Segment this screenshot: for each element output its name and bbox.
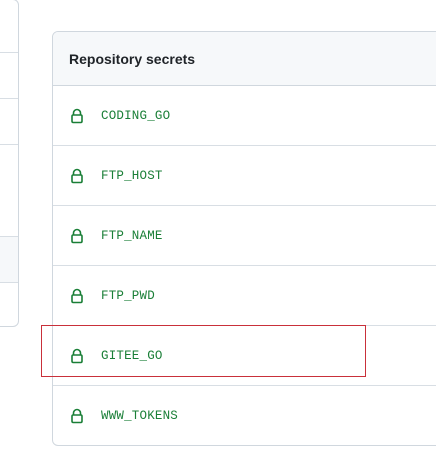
- sidebar-item[interactable]: [0, 98, 18, 145]
- lock-icon: [71, 408, 83, 424]
- lock-icon: [71, 228, 83, 243]
- secret-row[interactable]: FTP_PWD: [53, 266, 436, 326]
- lock-icon: [71, 168, 83, 183]
- lock-icon: [71, 108, 83, 123]
- secret-row[interactable]: CODING_GO: [53, 86, 436, 146]
- secret-name: WWW_TOKENS: [101, 409, 179, 423]
- sidebar-item[interactable]: [0, 236, 18, 283]
- sidebar-item[interactable]: [0, 282, 18, 327]
- lock-icon: [71, 348, 83, 363]
- secret-row[interactable]: WWW_TOKENS: [53, 386, 436, 445]
- secret-name: CODING_GO: [101, 108, 171, 123]
- settings-sidebar: [0, 0, 19, 327]
- secret-name: FTP_HOST: [101, 168, 163, 183]
- secret-name: GITEE_GO: [101, 348, 163, 363]
- lock-icon: [71, 288, 83, 303]
- secret-name: FTP_PWD: [101, 288, 155, 303]
- secret-row[interactable]: FTP_HOST: [53, 146, 436, 206]
- sidebar-item[interactable]: [0, 52, 18, 99]
- secret-name: FTP_NAME: [101, 228, 163, 243]
- repository-secrets-header: Repository secrets: [53, 32, 436, 86]
- secret-row[interactable]: FTP_NAME: [53, 206, 436, 266]
- secret-row[interactable]: GITEE_GO: [53, 326, 436, 386]
- sidebar-item[interactable]: [0, 144, 18, 237]
- repository-secrets-box: Repository secrets CODING_GO FTP_HOST FT…: [52, 31, 436, 446]
- page: Repository secrets CODING_GO FTP_HOST FT…: [0, 0, 436, 459]
